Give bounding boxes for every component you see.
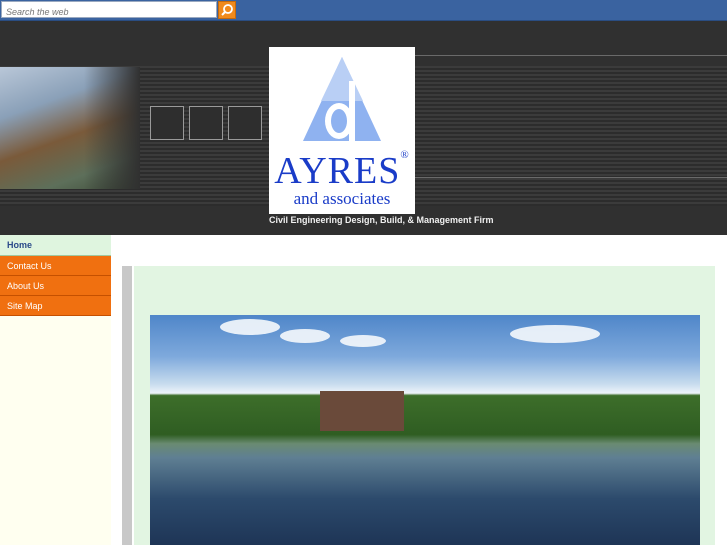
header-rule <box>415 55 727 56</box>
top-bar <box>0 0 727 21</box>
nav-item-site-map[interactable]: Site Map <box>0 296 111 316</box>
sidebar-nav: Home Contact Us About Us Site Map <box>0 235 111 545</box>
logo-mark-icon <box>303 57 381 143</box>
search-input[interactable] <box>2 4 220 20</box>
registered-mark: ® <box>400 149 410 161</box>
logo[interactable]: AYRES® and associates <box>269 47 415 214</box>
logo-subtitle: and associates <box>293 189 391 208</box>
header-photo-workers <box>0 67 140 189</box>
search-box <box>1 1 220 20</box>
cloud <box>510 325 600 343</box>
header-square <box>150 106 184 140</box>
site-header: AYRES® and associates Civil Engineering … <box>0 21 727 235</box>
mill-building <box>320 391 404 431</box>
content-top-space <box>111 235 727 266</box>
header-tagline: Civil Engineering Design, Build, & Manag… <box>269 215 494 225</box>
cloud <box>340 335 386 347</box>
lake-photo <box>150 315 700 545</box>
search-icon <box>221 4 233 16</box>
search-button[interactable] <box>218 1 236 19</box>
header-square <box>189 106 223 140</box>
logo-name: AYRES <box>274 150 401 192</box>
nav-item-contact-us[interactable]: Contact Us <box>0 256 111 276</box>
cloud <box>220 319 280 335</box>
nav-item-home[interactable]: Home <box>0 235 111 256</box>
scrollbar[interactable] <box>122 266 132 545</box>
nav-item-about-us[interactable]: About Us <box>0 276 111 296</box>
header-square <box>228 106 262 140</box>
cloud <box>280 329 330 343</box>
header-rule <box>415 177 727 178</box>
